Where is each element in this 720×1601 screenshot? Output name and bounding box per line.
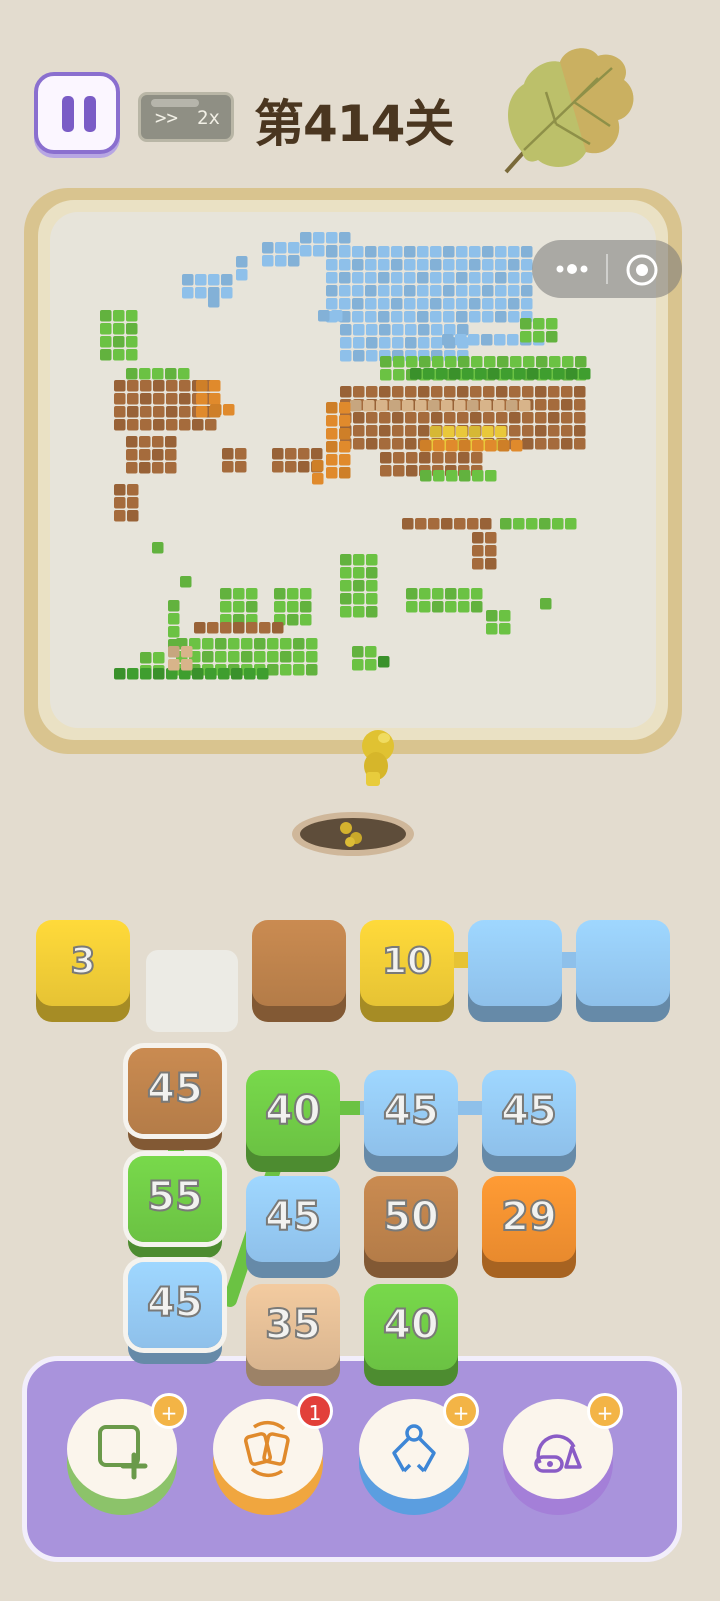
empty-queue-slot bbox=[146, 950, 238, 1032]
grid-tile[interactable]: 50 bbox=[364, 1176, 458, 1262]
grid-tile[interactable]: 40 bbox=[364, 1284, 458, 1370]
shuffle-button[interactable]: 1 bbox=[213, 1393, 333, 1523]
add-badge: + bbox=[443, 1393, 479, 1429]
tile-number: 45 bbox=[264, 1193, 322, 1241]
tile-number: 45 bbox=[146, 1279, 204, 1327]
tile-number: 45 bbox=[146, 1065, 204, 1113]
tile-number: 55 bbox=[146, 1173, 204, 1221]
grid-tile[interactable]: 45 bbox=[364, 1070, 458, 1156]
queue-tile[interactable] bbox=[252, 920, 346, 1006]
tile-number: 3 bbox=[69, 940, 96, 983]
tile-number: 45 bbox=[382, 1087, 440, 1135]
claw-icon bbox=[382, 1417, 446, 1485]
count-badge: 1 bbox=[297, 1393, 333, 1429]
grid-tile[interactable]: 55 bbox=[128, 1156, 222, 1242]
add-square-icon bbox=[90, 1417, 154, 1485]
add-badge: + bbox=[587, 1393, 623, 1429]
queue-tile[interactable]: 10 bbox=[360, 920, 454, 1006]
add-slot-button[interactable]: + bbox=[67, 1393, 187, 1523]
tile-links bbox=[168, 952, 620, 1308]
grid-tile[interactable]: 45 bbox=[246, 1176, 340, 1262]
queue-tile[interactable] bbox=[468, 920, 562, 1006]
tile-number: 40 bbox=[382, 1301, 440, 1349]
tile-number: 29 bbox=[500, 1193, 558, 1241]
vacuum-icon bbox=[526, 1417, 590, 1485]
queue-tile[interactable] bbox=[576, 920, 670, 1006]
tile-number: 45 bbox=[500, 1087, 558, 1135]
vacuum-button[interactable]: + bbox=[503, 1393, 623, 1523]
grid-tile[interactable]: 35 bbox=[246, 1284, 340, 1370]
tile-number: 10 bbox=[381, 940, 433, 983]
tile-number: 50 bbox=[382, 1193, 440, 1241]
grid-tile[interactable]: 29 bbox=[482, 1176, 576, 1262]
grid-tile[interactable]: 45 bbox=[482, 1070, 576, 1156]
tile-number: 35 bbox=[264, 1301, 322, 1349]
grid-tile[interactable]: 45 bbox=[128, 1048, 222, 1134]
queue-tile[interactable]: 3 bbox=[36, 920, 130, 1006]
shuffle-cards-icon bbox=[236, 1417, 300, 1485]
powerup-toolbar: +1 + + bbox=[22, 1356, 682, 1562]
grid-tile[interactable]: 45 bbox=[128, 1262, 222, 1348]
tile-number: 40 bbox=[264, 1087, 322, 1135]
claw-button[interactable]: + bbox=[359, 1393, 479, 1523]
grid-tile[interactable]: 40 bbox=[246, 1070, 340, 1156]
add-badge: + bbox=[151, 1393, 187, 1429]
